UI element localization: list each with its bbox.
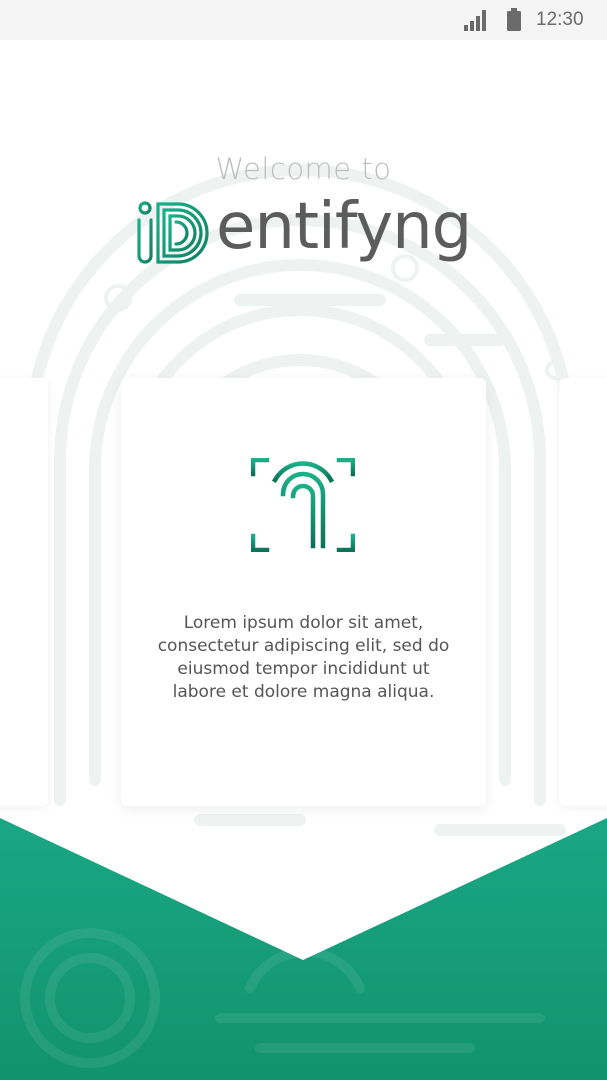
welcome-text: Welcome to: [215, 152, 392, 186]
id-logo-mark-icon: [137, 201, 209, 264]
status-bar: 12:30: [0, 0, 607, 40]
card-description: Lorem ipsum dolor sit amet, consectetur …: [157, 613, 450, 702]
carousel-card-previous[interactable]: [0, 378, 48, 806]
status-time: 12:30: [536, 9, 584, 30]
fingerprint-scan-icon: [251, 458, 355, 552]
brand-wordmark: entifyng: [216, 190, 472, 264]
brand-logo: entifyng: [134, 190, 474, 276]
onboarding-card: Lorem ipsum dolor sit amet, consectetur …: [121, 378, 486, 806]
bottom-green-chevron: [0, 818, 607, 1080]
battery-icon: [507, 8, 521, 31]
carousel-card-next[interactable]: [559, 378, 607, 806]
cell-signal-icon: [464, 10, 486, 31]
